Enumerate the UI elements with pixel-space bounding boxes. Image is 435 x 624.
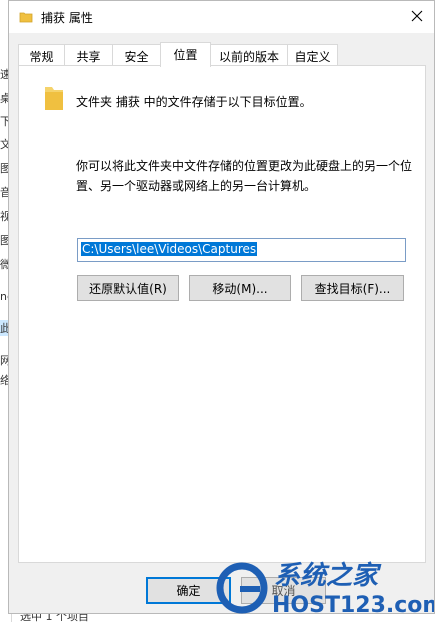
close-icon [411, 10, 423, 22]
tab-sharing[interactable]: 共享 [64, 44, 113, 66]
site-watermark-logo: 系统之家 HOST123.com [214, 552, 435, 618]
move-description: 你可以将此文件夹中文件存储的位置更改为此硬盘上的另一个位置、另一个驱动器或网络上… [76, 159, 413, 193]
watermark-top-text: 系统之家 [274, 561, 382, 591]
watermark-bottom-text: HOST123.com [272, 593, 434, 618]
find-target-button[interactable]: 查找目标(F)... [301, 275, 404, 301]
close-button[interactable] [400, 1, 434, 31]
path-input[interactable]: C:\Users\lee\Videos\Captures [77, 238, 406, 262]
tab-previous-versions[interactable]: 以前的版本 [210, 44, 288, 66]
tab-strip: 常规 共享 安全 位置 以前的版本 自定义 [18, 42, 428, 67]
properties-dialog: 捕获 属性 常规 共享 安全 位置 以前的版本 自定义 文件夹 捕获 中的文件存… [8, 0, 435, 614]
tab-general[interactable]: 常规 [18, 44, 65, 66]
tab-security[interactable]: 安全 [112, 44, 161, 66]
tab-location[interactable]: 位置 [160, 42, 211, 67]
restore-default-button[interactable]: 还原默认值(R) [77, 275, 179, 301]
move-button[interactable]: 移动(M)... [189, 275, 291, 301]
window-title: 捕获 属性 [41, 11, 93, 25]
title-bar[interactable]: 捕获 属性 [9, 1, 434, 33]
location-description: 文件夹 捕获 中的文件存储于以下目标位置。 [76, 95, 312, 109]
folder-icon [19, 10, 33, 27]
path-value: C:\Users\lee\Videos\Captures [81, 242, 258, 256]
location-panel: 文件夹 捕获 中的文件存储于以下目标位置。 你可以将此文件夹中文件存储的位置更改… [18, 65, 426, 563]
tab-customize[interactable]: 自定义 [287, 44, 338, 66]
large-folder-icon [43, 85, 65, 114]
